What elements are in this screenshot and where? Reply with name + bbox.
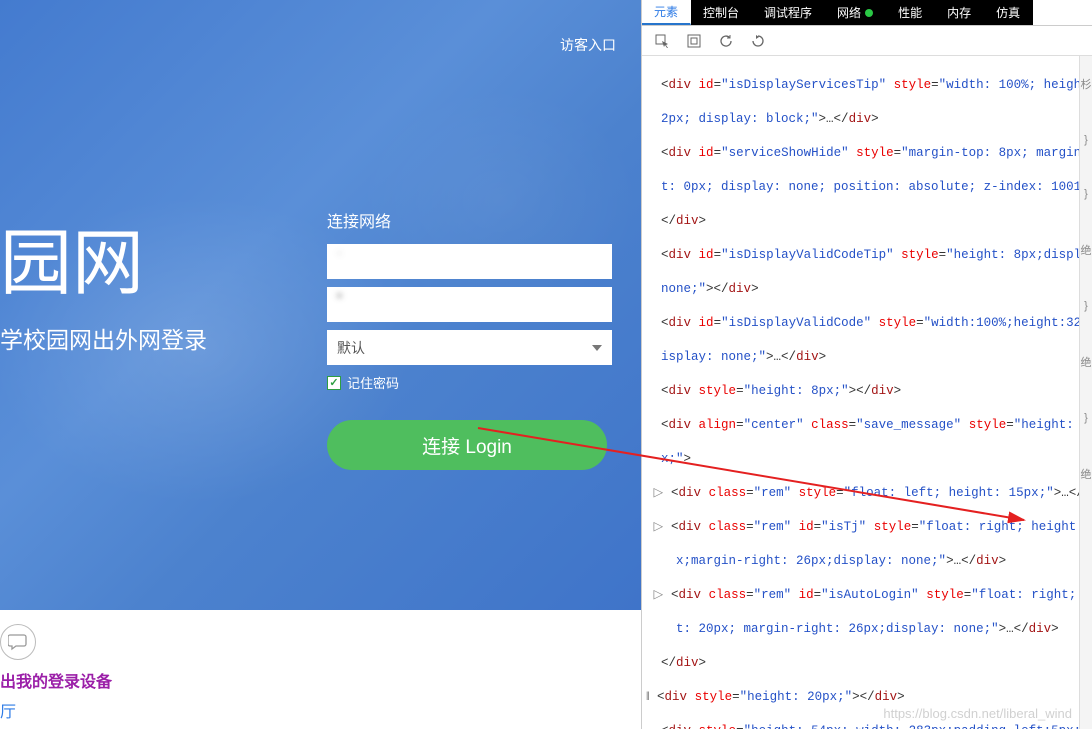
page-subtitle: 学校园网出外网登录 bbox=[0, 321, 207, 355]
tab-debugger[interactable]: 调试程序 bbox=[752, 0, 825, 25]
chevron-down-icon bbox=[592, 345, 602, 351]
tab-elements[interactable]: 元素 bbox=[642, 0, 691, 25]
devtools-pane: 元素 控制台 调试程序 网络 性能 内存 仿真 <div id="isDispl… bbox=[641, 0, 1092, 729]
login-button[interactable]: 连接 Login bbox=[327, 420, 607, 470]
password-input[interactable]: • bbox=[327, 287, 612, 322]
sidebar-handle-icon[interactable]: 杉 bbox=[1081, 76, 1092, 92]
bottom-links: 出我的登录设备 厅 网手机无感知认证的通知 bbox=[0, 610, 641, 729]
service-select[interactable]: 默认 bbox=[327, 330, 612, 365]
tab-memory[interactable]: 内存 bbox=[935, 0, 984, 25]
chat-bubble-icon[interactable] bbox=[0, 624, 36, 660]
guest-entry-link[interactable]: 访客入口 bbox=[560, 35, 616, 55]
tab-emulation[interactable]: 仿真 bbox=[984, 0, 1033, 25]
username-input[interactable]: · bbox=[327, 244, 612, 279]
tab-console[interactable]: 控制台 bbox=[691, 0, 752, 25]
page-title: 园网 bbox=[0, 225, 144, 304]
devtools-tabs: 元素 控制台 调试程序 网络 性能 内存 仿真 bbox=[642, 0, 1092, 26]
recording-dot-icon bbox=[865, 9, 873, 17]
login-form: 连接网络 · • 默认 ✓ 记住密码 连接 Login bbox=[327, 208, 612, 470]
tab-network[interactable]: 网络 bbox=[825, 0, 886, 25]
inspect-element-icon[interactable] bbox=[654, 33, 670, 49]
checkbox-checked-icon[interactable]: ✓ bbox=[327, 376, 341, 390]
styles-sidebar-collapsed[interactable]: 杉 }}绝}绝}绝 bbox=[1079, 56, 1092, 729]
hero-area: 访客入口 园网 学校园网出外网登录 连接网络 · • 默认 ✓ 记住密码 连接 … bbox=[0, 0, 641, 610]
devtools-toolbar bbox=[642, 26, 1092, 56]
tab-performance[interactable]: 性能 bbox=[886, 0, 935, 25]
dom-tree[interactable]: <div id="isDisplayServicesTip" style="wi… bbox=[642, 56, 1079, 729]
refresh-icon[interactable] bbox=[718, 33, 734, 49]
app-pane: 访客入口 园网 学校园网出外网登录 连接网络 · • 默认 ✓ 记住密码 连接 … bbox=[0, 0, 641, 729]
link-hall[interactable]: 厅 bbox=[0, 698, 641, 722]
remember-label: 记住密码 bbox=[347, 373, 399, 392]
watermark: https://blog.csdn.net/liberal_wind bbox=[883, 706, 1072, 721]
step-icon[interactable] bbox=[750, 33, 766, 49]
connect-label: 连接网络 bbox=[327, 208, 612, 232]
service-select-value: 默认 bbox=[337, 338, 365, 358]
remember-password[interactable]: ✓ 记住密码 bbox=[327, 373, 612, 392]
dom-highlight-icon[interactable] bbox=[686, 33, 702, 49]
link-my-devices[interactable]: 出我的登录设备 bbox=[0, 668, 641, 692]
